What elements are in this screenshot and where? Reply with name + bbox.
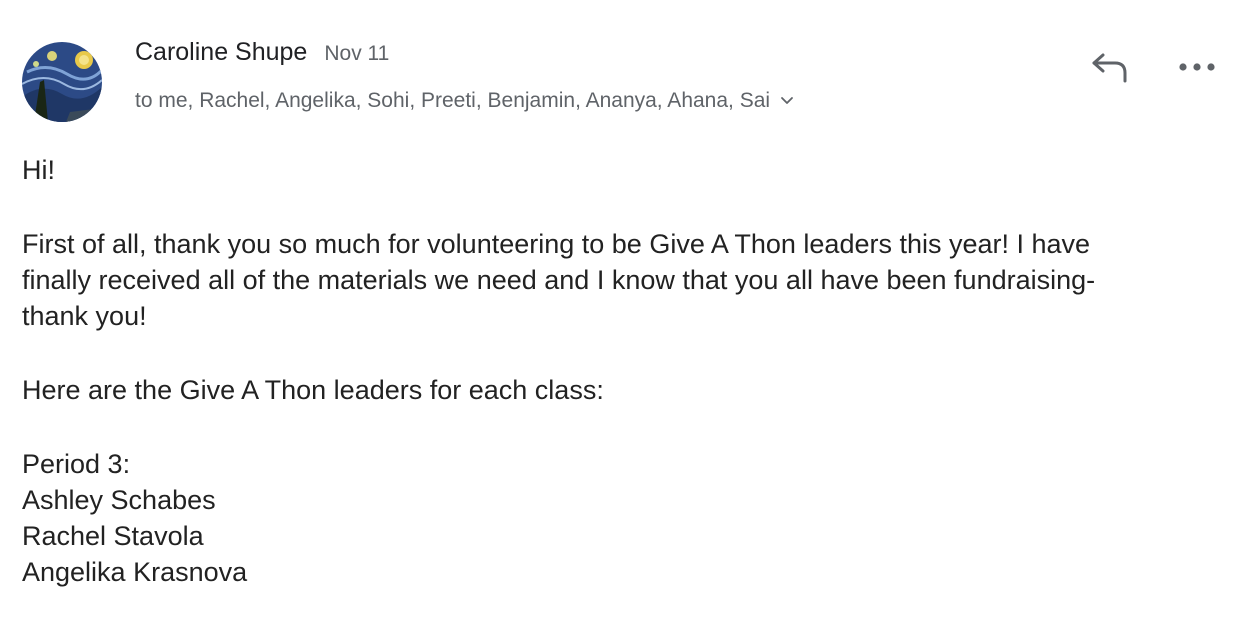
starry-night-avatar-icon — [22, 42, 102, 122]
paragraph-line: First of all, thank you so much for volu… — [22, 229, 1091, 259]
more-options-button[interactable] — [1172, 44, 1222, 90]
period-heading: Period 3: — [22, 449, 131, 479]
more-options-icon — [1179, 63, 1215, 71]
reply-icon — [1092, 53, 1127, 83]
paragraph-thank-you: First of all, thank you so much for volu… — [22, 226, 1192, 334]
leader-name: Rachel Stavola — [22, 521, 204, 551]
sender-name[interactable]: Caroline Shupe — [135, 38, 307, 67]
paragraph-leaders-intro: Here are the Give A Thon leaders for eac… — [22, 375, 604, 405]
recipients-row[interactable]: to me, Rachel, Angelika, Sohi, Preeti, B… — [135, 87, 794, 115]
greeting: Hi! — [22, 155, 55, 185]
recipients-list[interactable]: to me, Rachel, Angelika, Sohi, Preeti, B… — [135, 89, 770, 113]
sender-row: Caroline Shupe Nov 11 — [135, 38, 389, 72]
chevron-down-icon[interactable] — [780, 96, 794, 106]
message-date: Nov 11 — [324, 42, 390, 65]
leader-name: Angelika Krasnova — [22, 557, 248, 587]
sender-avatar[interactable] — [22, 42, 102, 122]
paragraph-line: thank you! — [22, 301, 147, 331]
paragraph-line: finally received all of the materials we… — [22, 265, 1096, 295]
reply-button[interactable] — [1084, 44, 1134, 90]
message-body: Hi! First of all, thank you so much for … — [22, 152, 1192, 628]
leaders-list: Period 3: Ashley Schabes Rachel Stavola … — [22, 446, 1192, 590]
message-header: Caroline Shupe Nov 11 to me, Rachel, Ang… — [0, 0, 1253, 130]
leader-name: Ashley Schabes — [22, 485, 216, 515]
